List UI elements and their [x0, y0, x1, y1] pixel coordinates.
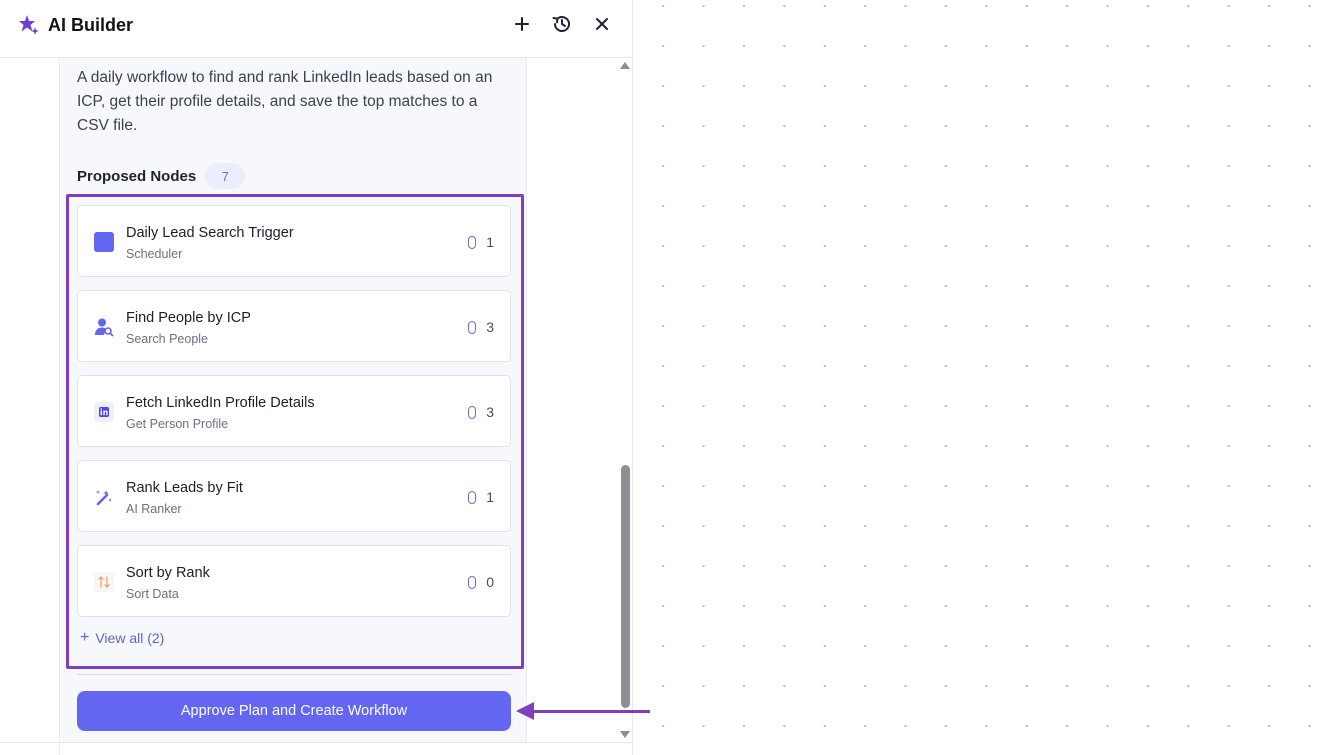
node-connection-count: 1 [468, 234, 494, 250]
workflow-description: A daily workflow to find and rank Linked… [77, 69, 493, 134]
workflow-canvas[interactable] [634, 0, 1336, 755]
scroll-up-arrow-icon[interactable] [620, 62, 630, 69]
node-count-value: 3 [486, 319, 494, 335]
node-count-value: 3 [486, 404, 494, 420]
node-card-fetch-linkedin-profile-details[interactable]: Fetch LinkedIn Profile Details Get Perso… [77, 375, 511, 447]
node-name: Find People by ICP [126, 310, 251, 326]
node-card-daily-lead-search-trigger[interactable]: Daily Lead Search Trigger Scheduler 1 [77, 205, 511, 277]
node-type: Scheduler [126, 247, 183, 261]
node-count-value: 1 [486, 234, 494, 250]
node-name: Daily Lead Search Trigger [126, 225, 294, 241]
footer-divider [77, 674, 511, 675]
header-actions [510, 12, 614, 36]
node-type: Sort Data [126, 587, 179, 601]
node-type: Get Person Profile [126, 417, 229, 431]
link-icon [468, 320, 477, 334]
node-connection-count: 0 [468, 574, 494, 590]
scrollbar-thumb[interactable] [621, 465, 630, 708]
proposed-nodes-count-badge: 7 [205, 163, 246, 189]
ai-builder-panel: AI Builder A daily workflow to find and … [0, 0, 633, 755]
panel-header: AI Builder [0, 0, 632, 50]
node-name: Sort by Rank [126, 565, 210, 581]
node-name: Rank Leads by Fit [126, 480, 243, 496]
node-count-value: 1 [486, 489, 494, 505]
person-search-icon [94, 317, 114, 337]
annotation-arrow [530, 710, 650, 713]
panel-bottom-border [0, 742, 632, 743]
node-type: Search People [126, 332, 209, 346]
sort-arrows-icon [94, 572, 114, 592]
link-icon [468, 490, 477, 504]
node-name: Fetch LinkedIn Profile Details [126, 395, 315, 411]
view-all-link[interactable]: + View all (2) [80, 629, 165, 647]
scheduler-square-icon [94, 232, 114, 252]
app-window: AI Builder A daily workflow to find and … [0, 0, 1336, 755]
proposed-nodes-label: Proposed Nodes [77, 167, 197, 185]
link-icon [468, 405, 477, 419]
link-icon [468, 575, 477, 589]
proposed-nodes-heading: Proposed Nodes 7 [77, 163, 246, 189]
view-all-label: View all (2) [95, 630, 165, 646]
annotation-arrow-head-icon [516, 702, 534, 720]
left-gutter [0, 58, 60, 755]
approve-plan-button[interactable]: Approve Plan and Create Workflow [77, 691, 511, 731]
node-card-rank-leads-by-fit[interactable]: Rank Leads by Fit AI Ranker 1 [77, 460, 511, 532]
node-card-sort-by-rank[interactable]: Sort by Rank Sort Data 0 [77, 545, 511, 617]
node-card-find-people-by-icp[interactable]: Find People by ICP Search People 3 [77, 290, 511, 362]
sparkle-star-icon [18, 14, 40, 36]
plus-icon[interactable] [510, 12, 534, 36]
node-connection-count: 3 [468, 404, 494, 420]
history-icon[interactable] [550, 12, 574, 36]
link-icon [468, 235, 477, 249]
scroll-down-arrow-icon[interactable] [620, 731, 630, 738]
node-connection-count: 1 [468, 489, 494, 505]
node-connection-count: 3 [468, 319, 494, 335]
plus-icon: + [80, 629, 90, 646]
node-count-value: 0 [486, 574, 494, 590]
linkedin-icon [94, 402, 114, 422]
close-icon[interactable] [590, 12, 614, 36]
magic-wand-icon [94, 487, 114, 507]
panel-title: AI Builder [48, 14, 134, 35]
node-type: AI Ranker [126, 502, 182, 516]
right-gutter [528, 58, 616, 742]
